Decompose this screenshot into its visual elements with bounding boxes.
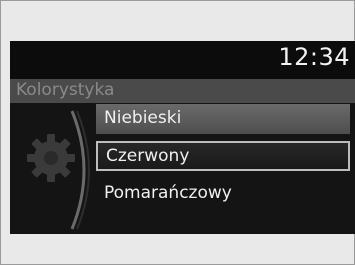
screenshot-frame: 12:34 Kolorystyka Niebieski Czerwony Pom… — [0, 0, 355, 265]
menu-header: Kolorystyka — [10, 79, 355, 103]
clock: 12:34 — [278, 43, 350, 71]
status-bar: 12:34 — [10, 41, 355, 79]
display-screen: 12:34 Kolorystyka Niebieski Czerwony Pom… — [10, 41, 355, 234]
scroll-arc — [70, 110, 90, 230]
menu-option-czerwony[interactable]: Czerwony — [96, 141, 350, 171]
menu-title: Kolorystyka — [16, 80, 115, 100]
menu-content: Niebieski Czerwony Pomarańczowy — [10, 103, 355, 234]
menu-option-niebieski[interactable]: Niebieski — [96, 104, 350, 134]
menu-option-pomaranczowy[interactable]: Pomarańczowy — [96, 179, 350, 209]
